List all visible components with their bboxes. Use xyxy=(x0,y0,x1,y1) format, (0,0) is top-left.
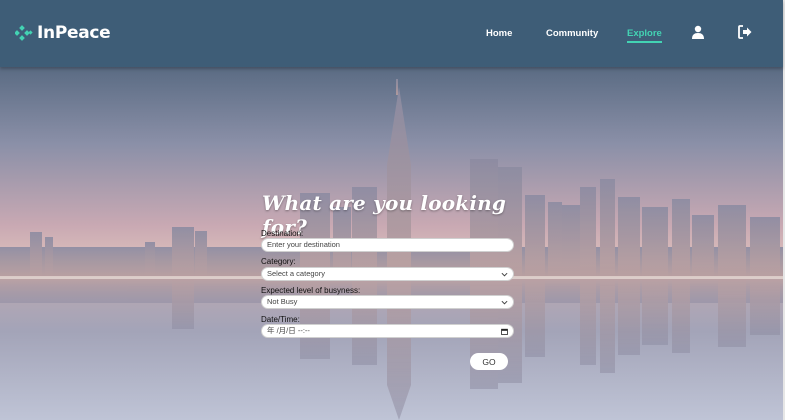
datetime-input[interactable]: 年 /月/日 --:-- xyxy=(261,324,514,338)
datetime-label: Date/Time: xyxy=(261,315,300,324)
calendar-icon[interactable] xyxy=(501,328,508,335)
busyness-label: Expected level of busyness: xyxy=(261,286,361,295)
nav-home-link[interactable]: Home xyxy=(486,28,512,39)
busyness-select[interactable]: Not Busy xyxy=(261,295,514,309)
chevron-down-icon xyxy=(501,300,508,305)
category-label: Category: xyxy=(261,257,296,266)
brand-logo[interactable]: InPeace xyxy=(15,23,111,43)
destination-placeholder: Enter your destination xyxy=(267,240,340,249)
destination-input[interactable]: Enter your destination xyxy=(261,238,514,252)
nav-community-link[interactable]: Community xyxy=(546,28,598,39)
logo-diamond-icon xyxy=(15,25,33,41)
busyness-selected-value: Not Busy xyxy=(267,297,298,306)
chevron-down-icon xyxy=(501,272,508,277)
top-navbar: InPeace Home Community Explore xyxy=(0,0,783,67)
destination-label: Destination: xyxy=(261,229,304,238)
logout-icon[interactable] xyxy=(738,25,752,39)
user-icon[interactable] xyxy=(691,25,705,39)
brand-name: InPeace xyxy=(37,23,111,43)
nav-explore-link[interactable]: Explore xyxy=(627,28,662,43)
hero-city-skyline: What are you looking for? Destination: E… xyxy=(0,67,783,420)
category-selected-value: Select a category xyxy=(267,269,325,278)
go-button[interactable]: GO xyxy=(470,353,508,370)
datetime-value: 年 /月/日 --:-- xyxy=(267,326,310,335)
category-select[interactable]: Select a category xyxy=(261,267,514,281)
